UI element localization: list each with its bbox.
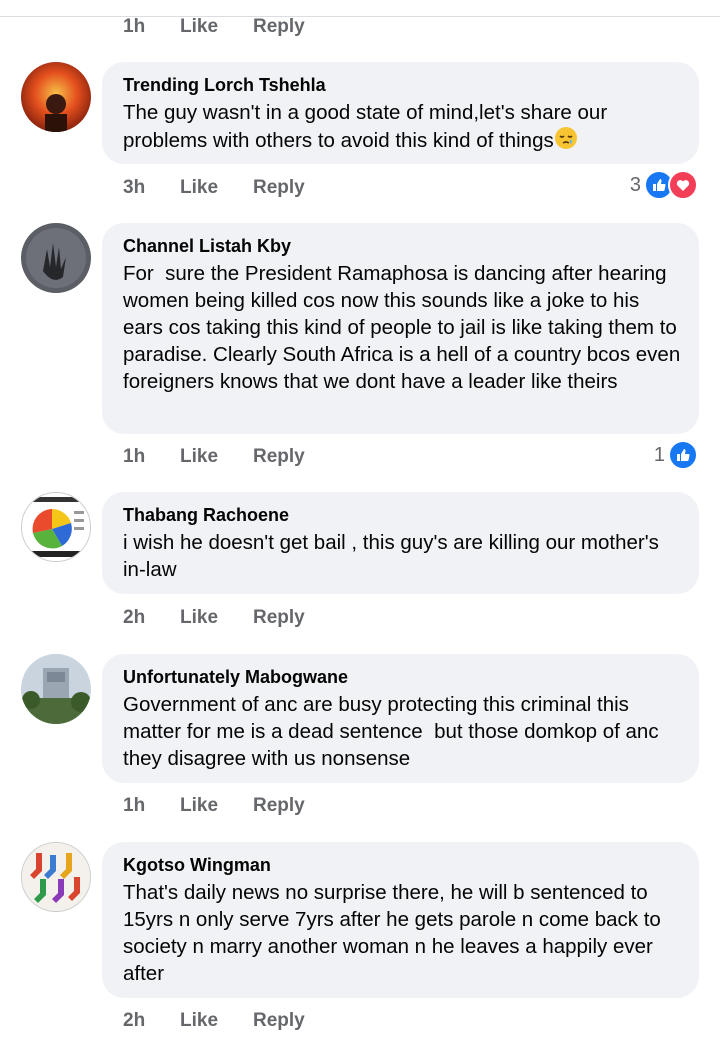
comment-author[interactable]: Thabang Rachoene (123, 504, 681, 526)
like-icon (668, 440, 698, 470)
reaction-count: 3 (629, 173, 641, 196)
avatar[interactable] (21, 492, 91, 562)
comment-author[interactable]: Trending Lorch Tshehla (123, 74, 681, 96)
reply-button[interactable]: Reply (253, 1010, 305, 1032)
comment-meta: 2h Like Reply (123, 605, 305, 631)
comment-text: i wish he doesn't get bail , this guy's … (123, 531, 665, 581)
comment-meta: 1h Like Reply (123, 793, 305, 819)
comment-time: 1h (123, 16, 146, 37)
comment-text: That's daily news no surprise there, he … (123, 881, 667, 985)
like-button[interactable]: Like (180, 607, 253, 629)
like-button[interactable]: Like (180, 446, 253, 468)
reply-button[interactable]: Reply (253, 795, 305, 817)
avatar[interactable] (21, 223, 91, 293)
like-button[interactable]: Like (180, 177, 253, 199)
love-icon (668, 170, 698, 200)
reaction-summary[interactable]: 1 (654, 440, 698, 470)
comment-author[interactable]: Unfortunately Mabogwane (123, 666, 681, 688)
comment-author[interactable]: Kgotso Wingman (123, 854, 681, 876)
comment-bubble: Thabang Rachoene i wish he doesn't get b… (102, 492, 699, 594)
reply-button[interactable]: Reply (253, 607, 305, 629)
comment-text: For sure the President Ramaphosa is danc… (123, 262, 686, 393)
comment-time: 1h (123, 446, 146, 467)
like-button[interactable]: Like (180, 1010, 253, 1032)
comment-author[interactable]: Channel Listah Kby (123, 235, 681, 257)
reply-button[interactable]: Reply (253, 16, 305, 38)
reply-button[interactable]: Reply (253, 446, 305, 468)
reaction-summary[interactable]: 3 (630, 170, 698, 200)
comment-meta: 3h Like Reply (123, 175, 305, 201)
comment-meta-previous: 1h Like Reply (123, 14, 305, 40)
comment-bubble: Trending Lorch Tshehla The guy wasn't in… (102, 62, 699, 164)
comment-bubble: Kgotso Wingman That's daily news no surp… (102, 842, 699, 998)
divider (0, 16, 720, 17)
comment-text-content: The guy wasn't in a good state of mind,l… (123, 101, 613, 152)
comment-time: 2h (123, 1010, 146, 1031)
avatar[interactable] (21, 62, 91, 132)
like-button[interactable]: Like (180, 16, 253, 38)
comment-time: 3h (123, 177, 146, 198)
comment-text: Government of anc are busy protecting th… (123, 693, 665, 770)
comment-text: The guy wasn't in a good state of mind,l… (123, 99, 681, 157)
avatar[interactable] (21, 842, 91, 912)
like-button[interactable]: Like (180, 795, 253, 817)
avatar[interactable] (21, 654, 91, 724)
comment-bubble: Unfortunately Mabogwane Government of an… (102, 654, 699, 783)
reaction-count: 1 (653, 443, 665, 466)
reply-button[interactable]: Reply (253, 177, 305, 199)
comment-time: 2h (123, 607, 146, 628)
comment-meta: 2h Like Reply (123, 1008, 305, 1034)
sleepy-face-emoji-icon (554, 126, 578, 157)
comment-meta: 1h Like Reply (123, 444, 305, 470)
comment-time: 1h (123, 795, 146, 816)
comment-bubble: Channel Listah Kby For sure the Presiden… (102, 223, 699, 434)
